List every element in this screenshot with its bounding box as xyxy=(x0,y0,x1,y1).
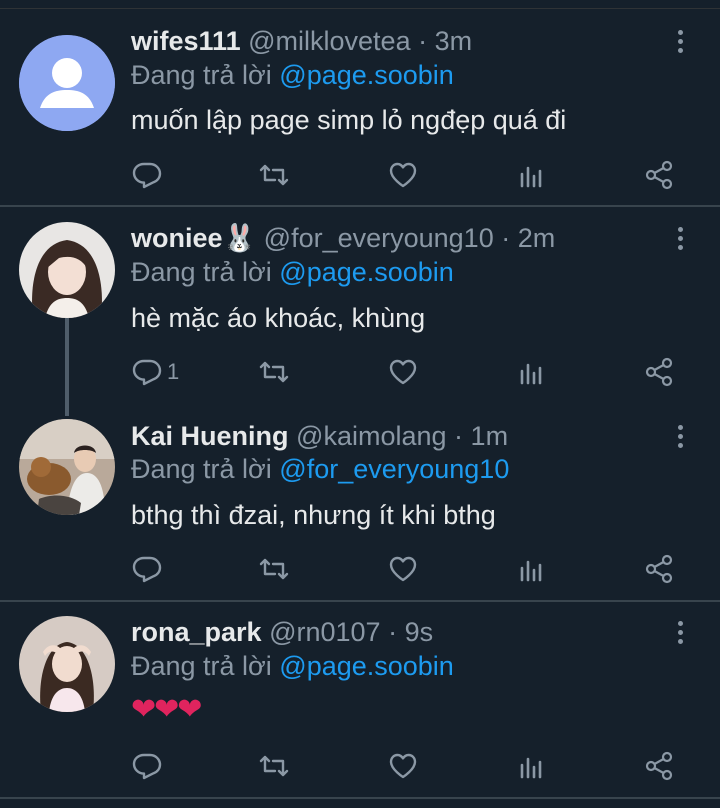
reply-button[interactable] xyxy=(131,746,167,786)
retweet-button[interactable] xyxy=(258,155,290,195)
like-button[interactable] xyxy=(387,352,419,392)
tweet-actions xyxy=(0,746,720,786)
author-handle[interactable]: @for_everyoung10 xyxy=(264,223,494,253)
separator-dot: · xyxy=(501,223,511,253)
share-button[interactable] xyxy=(643,352,675,392)
reply-icon xyxy=(132,162,162,189)
tweet-header: woniee🐰 @for_everyoung10 · 2m xyxy=(131,221,555,255)
tweet-header: wifes111 @milklovetea · 3m xyxy=(131,24,472,58)
author-name[interactable]: rona_park xyxy=(131,617,262,647)
avatar[interactable] xyxy=(19,616,115,712)
retweet-button[interactable] xyxy=(258,746,290,786)
like-button[interactable] xyxy=(387,155,419,195)
share-icon xyxy=(645,554,673,584)
author-handle[interactable]: @milklovetea xyxy=(248,26,410,56)
timestamp[interactable]: 3m xyxy=(435,26,473,56)
reply-mention-link[interactable]: @page.soobin xyxy=(279,257,454,287)
share-icon xyxy=(645,751,673,781)
retweet-icon xyxy=(259,755,289,777)
avatar[interactable] xyxy=(19,222,115,318)
reply-mention-link[interactable]: @page.soobin xyxy=(279,60,454,90)
top-divider xyxy=(0,8,720,9)
share-button[interactable] xyxy=(643,549,675,589)
analytics-button[interactable] xyxy=(516,746,548,786)
share-icon xyxy=(645,357,673,387)
analytics-button[interactable] xyxy=(516,352,548,392)
heart-icon xyxy=(389,359,417,385)
timestamp[interactable]: 9s xyxy=(405,617,434,647)
author-handle[interactable]: @kaimolang xyxy=(296,421,446,451)
default-avatar[interactable] xyxy=(19,35,115,131)
separator-dot: · xyxy=(454,421,464,451)
share-button[interactable] xyxy=(643,746,675,786)
author-name[interactable]: Kai Huening xyxy=(131,421,289,451)
analytics-button[interactable] xyxy=(516,155,548,195)
tweet-text: hè mặc áo khoác, khùng xyxy=(131,303,426,333)
more-vertical-icon[interactable] xyxy=(668,615,692,649)
timestamp[interactable]: 1m xyxy=(471,421,509,451)
reply-icon xyxy=(132,753,162,780)
retweet-button[interactable] xyxy=(258,352,290,392)
heart-icon xyxy=(389,162,417,188)
analytics-icon xyxy=(520,560,542,582)
reply-count: 1 xyxy=(167,359,180,384)
analytics-icon xyxy=(520,757,542,779)
timestamp[interactable]: 2m xyxy=(518,223,556,253)
tweet-header: Kai Huening @kaimolang · 1m xyxy=(131,419,508,453)
reply-button[interactable]: 1 xyxy=(131,352,179,392)
share-icon xyxy=(645,160,673,190)
separator-dot: · xyxy=(418,26,428,56)
tweet-text: bthg thì đzai, nhưng ít khi bthg xyxy=(131,500,496,530)
replying-to-label: Đang trả lời xyxy=(131,257,272,287)
retweet-icon xyxy=(259,558,289,580)
analytics-icon xyxy=(520,166,542,188)
retweet-button[interactable] xyxy=(258,549,290,589)
author-handle[interactable]: @rn0107 xyxy=(269,617,380,647)
tweet-divider xyxy=(0,600,720,602)
tweet-header: rona_park @rn0107 · 9s xyxy=(131,615,433,649)
reply-icon xyxy=(132,359,162,386)
tweet-text: ❤❤❤ xyxy=(131,693,202,726)
replying-to-label: Đang trả lời xyxy=(131,454,272,484)
like-button[interactable] xyxy=(387,549,419,589)
more-vertical-icon[interactable] xyxy=(668,419,692,453)
tweet-actions xyxy=(0,549,720,589)
heart-icon xyxy=(389,753,417,779)
tweet-actions xyxy=(0,155,720,195)
tweet-divider xyxy=(0,205,720,207)
retweet-icon xyxy=(259,361,289,383)
replying-to-label: Đang trả lời xyxy=(131,60,272,90)
reply-icon xyxy=(132,556,162,583)
replying-to: Đang trả lời @page.soobin xyxy=(131,649,454,683)
reply-mention-link[interactable]: @page.soobin xyxy=(279,651,454,681)
reply-button[interactable] xyxy=(131,549,167,589)
like-button[interactable] xyxy=(387,746,419,786)
avatar[interactable] xyxy=(19,419,115,515)
more-vertical-icon[interactable] xyxy=(668,221,692,255)
replying-to: Đang trả lời @page.soobin xyxy=(131,58,454,92)
reply-mention-link[interactable]: @for_everyoung10 xyxy=(279,454,509,484)
analytics-button[interactable] xyxy=(516,549,548,589)
more-vertical-icon[interactable] xyxy=(668,24,692,58)
author-name[interactable]: wifes111 xyxy=(131,26,241,56)
analytics-icon xyxy=(520,363,542,385)
replying-to: Đang trả lời @for_everyoung10 xyxy=(131,452,509,486)
separator-dot: · xyxy=(388,617,398,647)
replying-to: Đang trả lời @page.soobin xyxy=(131,255,454,289)
heart-icon xyxy=(389,556,417,582)
tweet-divider xyxy=(0,797,720,799)
share-button[interactable] xyxy=(643,155,675,195)
author-name[interactable]: woniee🐰 xyxy=(131,223,256,253)
tweet-text: muốn lập page simp lỏ ngđẹp quá đi xyxy=(131,105,567,135)
tweet-actions: 1 xyxy=(0,352,720,392)
reply-button[interactable] xyxy=(131,155,167,195)
retweet-icon xyxy=(259,164,289,186)
replying-to-label: Đang trả lời xyxy=(131,651,272,681)
